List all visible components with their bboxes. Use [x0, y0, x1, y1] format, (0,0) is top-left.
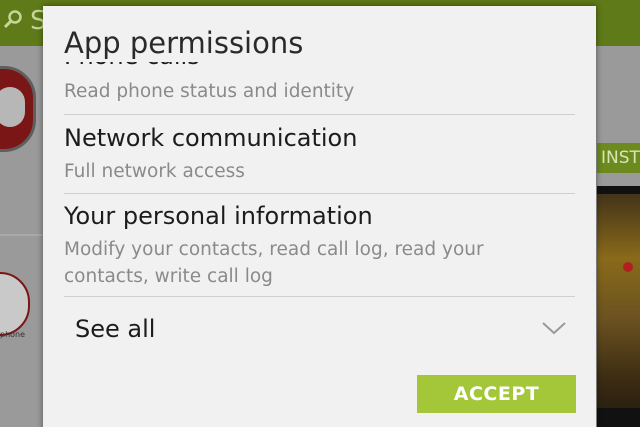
- divider: [0, 234, 44, 236]
- screenshot-status-bar: [597, 186, 640, 194]
- permission-heading: Network communication: [64, 124, 358, 152]
- screenshot-nav-bar: [597, 408, 640, 427]
- permission-description: Modify your contacts, read call log, rea…: [64, 239, 484, 287]
- search-icon: [4, 10, 22, 28]
- dialog-title: App permissions: [64, 26, 304, 60]
- permission-heading: Your personal information: [64, 202, 373, 230]
- app-permissions-dialog: Phone calls Read phone status and identi…: [43, 6, 596, 427]
- app-screenshot-image: [597, 186, 640, 427]
- permission-description: Read phone status and identity: [64, 81, 355, 102]
- divider: [64, 193, 575, 194]
- screen: S phone INST Phone calls Read phone stat…: [0, 0, 640, 427]
- divider: [64, 114, 575, 115]
- install-button: INST: [597, 143, 640, 173]
- accept-button[interactable]: ACCEPT: [417, 375, 576, 413]
- screenshot-detail: [623, 262, 633, 272]
- app-icon-label: phone: [0, 330, 26, 339]
- divider: [64, 296, 575, 297]
- chevron-down-icon[interactable]: [541, 320, 567, 336]
- permission-description: Full network access: [64, 161, 245, 182]
- see-all-row[interactable]: See all: [64, 302, 575, 362]
- permission-item-network-communication: Network communication Full network acces…: [64, 124, 575, 185]
- see-all-label: See all: [75, 315, 156, 343]
- permission-item-personal-information: Your personal information Modify your co…: [64, 202, 575, 290]
